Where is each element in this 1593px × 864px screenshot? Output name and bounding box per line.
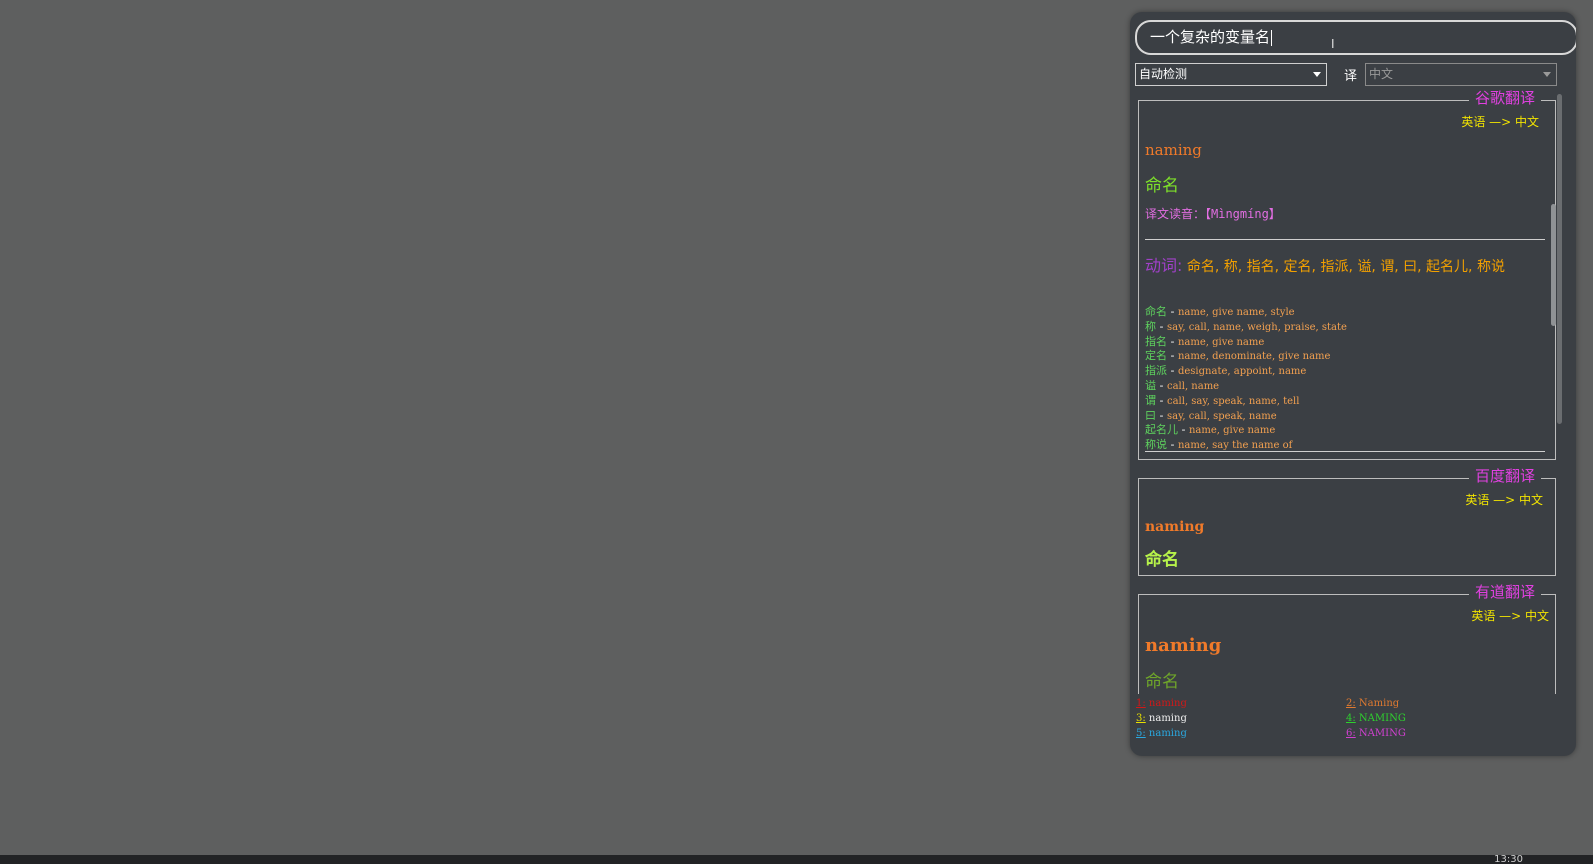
ibeam-cursor-icon: I xyxy=(1331,37,1335,51)
definition-row: 谥 - call, name xyxy=(1145,378,1220,392)
google-source-text: naming xyxy=(1145,141,1202,159)
suggestion-item[interactable]: 1: naming xyxy=(1136,698,1187,709)
baidu-card-title: 百度翻译 xyxy=(1468,467,1541,485)
target-language-select[interactable]: 中文 xyxy=(1365,63,1557,86)
taskbar-clock[interactable]: 13:30 xyxy=(1494,855,1523,864)
translate-label: 译 xyxy=(1344,69,1358,84)
google-pos-line: 动词: 命名, 称, 指名, 定名, 指派, 谥, 谓, 曰, 起名儿, 称说 xyxy=(1145,257,1545,276)
youdao-direction: 英语 —> 中文 xyxy=(1471,609,1549,623)
baidu-translation: 命名 xyxy=(1145,550,1179,570)
google-pos-words: 命名, 称, 指名, 定名, 指派, 谥, 谓, 曰, 起名儿, 称说 xyxy=(1186,259,1505,275)
google-direction: 英语 —> 中文 xyxy=(1461,115,1539,129)
google-card-title: 谷歌翻译 xyxy=(1468,89,1541,107)
youdao-card-title: 有道翻译 xyxy=(1468,583,1541,601)
google-pos-label: 动词: xyxy=(1145,256,1183,275)
youdao-translate-card: 有道翻译 英语 —> 中文 naming 命名 xyxy=(1138,583,1556,694)
divider xyxy=(1145,451,1545,452)
suggestion-item[interactable]: 6: NAMING xyxy=(1346,728,1406,739)
suggestion-item[interactable]: 4: NAMING xyxy=(1346,713,1406,724)
chevron-down-icon xyxy=(1543,72,1551,77)
suggestion-item[interactable]: 2: Naming xyxy=(1346,698,1399,709)
baidu-source-text: naming xyxy=(1145,519,1205,535)
google-pinyin: 译文读音：【Mìngmíng】 xyxy=(1145,207,1281,221)
definition-row: 命名 - name, give name, style xyxy=(1145,305,1295,318)
definition-row: 称 - say, call, name, weigh, praise, stat… xyxy=(1145,319,1347,333)
google-card-scroll-thumb[interactable] xyxy=(1551,204,1556,326)
target-language-value: 中文 xyxy=(1369,67,1394,81)
definition-row: 起名儿 - name, give name xyxy=(1145,423,1276,437)
baidu-direction: 英语 —> 中文 xyxy=(1465,493,1543,507)
definition-row: 定名 - name, denominate, give name xyxy=(1145,349,1331,363)
definition-row: 指派 - designate, appoint, name xyxy=(1145,364,1307,378)
translator-panel: 一个复杂的变量名 I 自动检测 译 中文 谷歌翻译 英语 —> 中文 namin… xyxy=(1130,12,1576,756)
definition-row: 曰 - say, call, speak, name xyxy=(1145,408,1277,422)
google-translation: 命名 xyxy=(1145,176,1179,196)
source-language-select[interactable]: 自动检测 xyxy=(1135,63,1327,86)
google-translate-card: 谷歌翻译 英语 —> 中文 naming 命名 译文读音：【Mìngmíng】 … xyxy=(1138,89,1556,460)
definition-row: 谓 - call, say, speak, name, tell xyxy=(1145,393,1300,407)
definition-row: 指名 - name, give name xyxy=(1145,334,1265,348)
text-caret xyxy=(1271,29,1273,46)
chevron-down-icon xyxy=(1313,72,1321,77)
search-input-text: 一个复杂的变量名 xyxy=(1150,28,1271,46)
baidu-translate-card: 百度翻译 英语 —> 中文 naming 命名 xyxy=(1138,467,1556,576)
results-scrollbar[interactable] xyxy=(1557,94,1562,424)
suggestion-item[interactable]: 5: naming xyxy=(1136,728,1187,739)
source-language-value: 自动检测 xyxy=(1139,67,1188,81)
google-definitions: 命名 - name, give name, style 称 - say, cal… xyxy=(1145,305,1545,453)
suggestion-item[interactable]: 3: naming xyxy=(1136,713,1187,724)
search-input[interactable]: 一个复杂的变量名 xyxy=(1135,20,1576,55)
youdao-source-text: naming xyxy=(1145,635,1222,656)
youdao-translation: 命名 xyxy=(1145,672,1179,692)
taskbar: 13:30 xyxy=(0,855,1593,864)
divider xyxy=(1145,239,1545,240)
